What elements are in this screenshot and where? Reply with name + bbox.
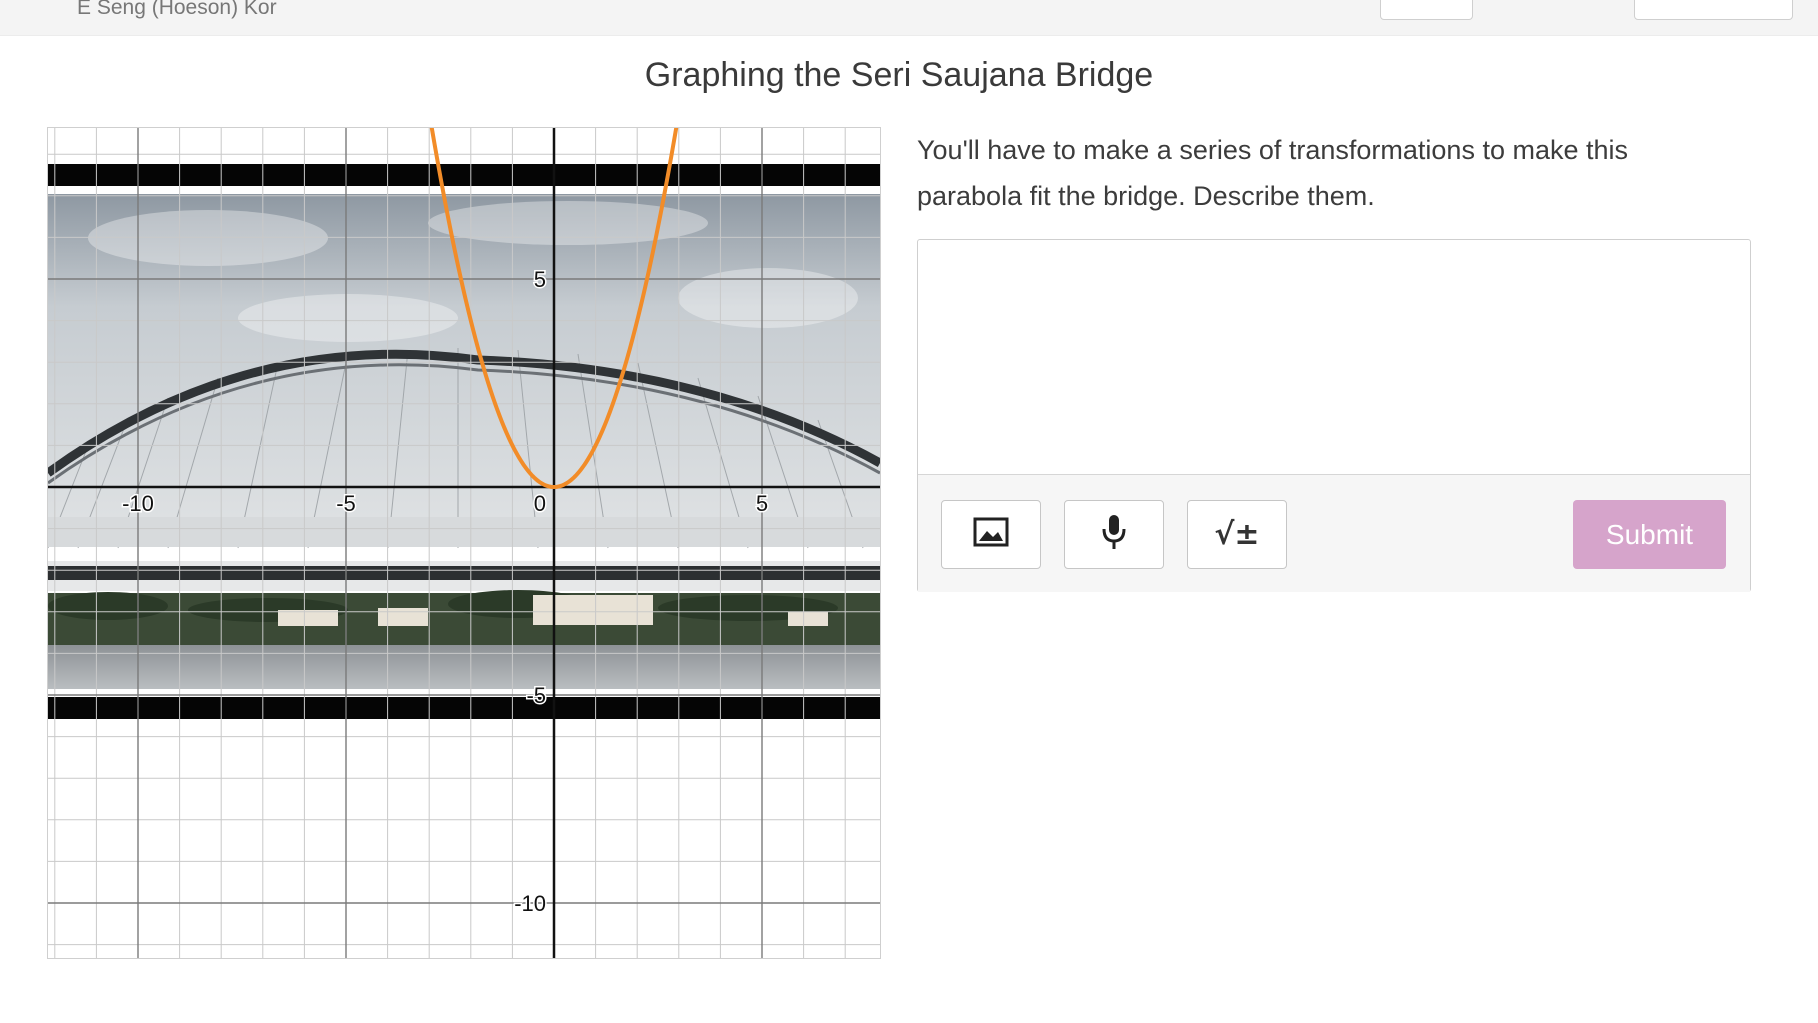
x-tick-label: -10 bbox=[122, 491, 154, 516]
y-tick-label: -5 bbox=[526, 683, 546, 708]
x-tick-label: 0 bbox=[534, 491, 546, 516]
answer-toolbar: √± Submit bbox=[918, 474, 1750, 592]
top-menu-button[interactable] bbox=[1634, 0, 1793, 20]
page-title: Graphing the Seri Saujana Bridge bbox=[644, 56, 1154, 94]
answer-input[interactable] bbox=[918, 240, 1750, 474]
y-tick-label: 5 bbox=[534, 267, 546, 292]
student-name: E Seng (Hoeson) Kor bbox=[77, 0, 277, 19]
top-nav-button[interactable] bbox=[1380, 0, 1473, 20]
graph-canvas: -10 -5 0 5 5 -5 -10 bbox=[48, 128, 880, 958]
x-tick-label: -5 bbox=[336, 491, 356, 516]
math-icon: √± bbox=[1214, 517, 1260, 552]
top-bar: E Seng (Hoeson) Kor bbox=[0, 0, 1818, 36]
insert-math-button[interactable]: √± bbox=[1187, 500, 1287, 569]
answer-box: √± Submit bbox=[917, 239, 1751, 592]
y-tick-label: -10 bbox=[514, 891, 546, 916]
bridge-photo bbox=[48, 164, 880, 719]
question-prompt: You'll have to make a series of transfor… bbox=[917, 135, 1629, 211]
image-icon bbox=[973, 517, 1009, 552]
microphone-icon bbox=[1100, 514, 1128, 555]
insert-image-button[interactable] bbox=[941, 500, 1041, 569]
x-tick-label: 5 bbox=[756, 491, 768, 516]
graph-panel[interactable]: -10 -5 0 5 5 -5 -10 bbox=[47, 127, 881, 959]
record-audio-button[interactable] bbox=[1064, 500, 1164, 569]
submit-button[interactable]: Submit bbox=[1573, 500, 1726, 569]
